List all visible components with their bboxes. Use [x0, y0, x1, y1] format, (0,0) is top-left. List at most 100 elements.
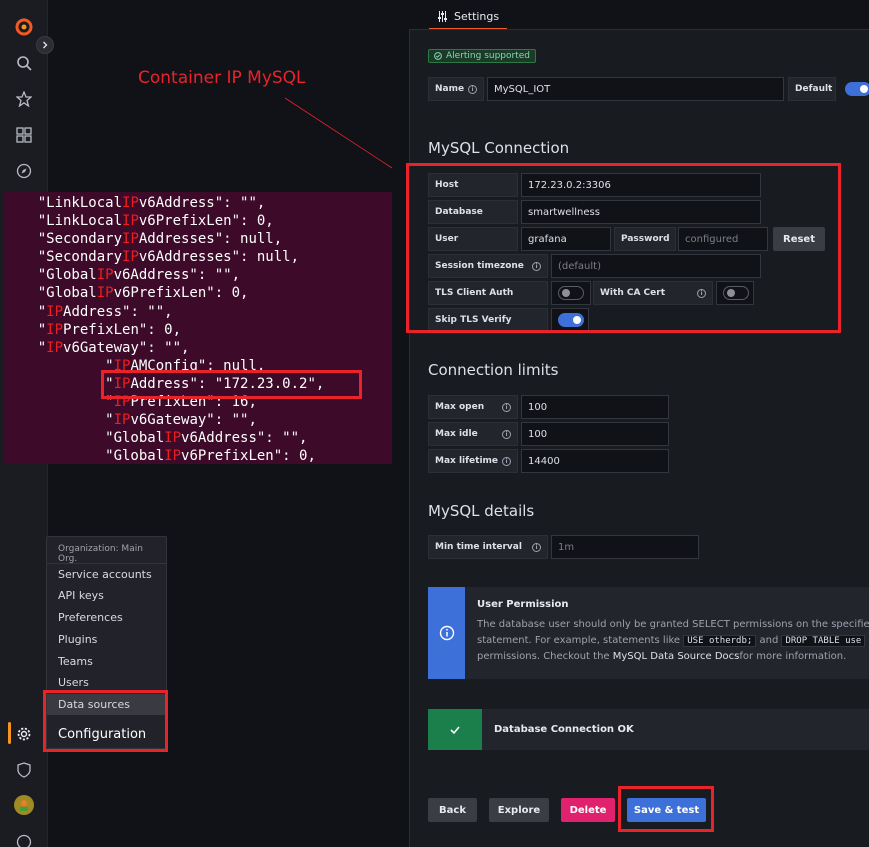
- json-line: "GlobalIPv6Address": "",: [4, 429, 392, 447]
- menu-item-api-keys[interactable]: API keys: [47, 585, 166, 606]
- ip-highlight-text: IP: [164, 448, 182, 464]
- max-lifetime-label: Max lifetime i: [428, 449, 518, 473]
- json-text: "Global: [4, 267, 97, 284]
- json-line: "GlobalIPv6PrefixLen": 0,: [4, 447, 392, 464]
- name-label: Name i: [428, 77, 484, 101]
- min-interval-label-text: Min time interval: [435, 542, 522, 552]
- menu-item-teams[interactable]: Teams: [47, 651, 166, 672]
- grafana-logo-icon[interactable]: [12, 15, 36, 39]
- json-text: v6PrefixLen": 0,: [113, 285, 249, 302]
- avatar[interactable]: [14, 795, 34, 815]
- expand-sidebar-button[interactable]: [36, 36, 54, 54]
- save-test-highlight-box: [618, 786, 714, 832]
- menu-item-service-accounts[interactable]: Service accounts: [47, 564, 166, 585]
- success-alert-icon-box: [428, 709, 482, 750]
- permission-text: and: [756, 635, 782, 646]
- info-icon[interactable]: i: [502, 402, 511, 412]
- ip-highlight-text: IP: [96, 267, 114, 284]
- json-text: "Secondary: [4, 249, 123, 266]
- json-text: v6Address": "",: [181, 430, 308, 447]
- ip-highlight-text: IP: [46, 303, 64, 320]
- json-text: PrefixLen": 0,: [63, 321, 182, 338]
- max-lifetime-input[interactable]: 14400: [521, 449, 669, 473]
- json-text: ": [4, 375, 114, 392]
- menu-item-preferences[interactable]: Preferences: [47, 607, 166, 628]
- json-text: "Global: [4, 448, 165, 464]
- default-label: Default: [788, 77, 836, 101]
- mysql-docs-link[interactable]: MySQL Data Source Docs: [613, 651, 740, 662]
- check-circle-icon: [434, 52, 442, 60]
- star-icon[interactable]: [12, 87, 36, 111]
- json-text: Addresses": null,: [138, 231, 283, 248]
- info-icon[interactable]: i: [468, 84, 477, 94]
- connection-highlight-box: [406, 163, 841, 333]
- badge-label: Alerting supported: [446, 51, 531, 61]
- compass-icon[interactable]: [12, 159, 36, 183]
- delete-button[interactable]: Delete: [561, 798, 615, 822]
- shield-icon[interactable]: [12, 758, 36, 782]
- info-icon[interactable]: i: [502, 456, 511, 466]
- success-alert-title: Database Connection OK: [494, 723, 634, 735]
- json-line: "GlobalIPv6Address": "",: [4, 266, 392, 284]
- search-icon[interactable]: [12, 51, 36, 75]
- json-line: "IPAddress": "",: [4, 303, 392, 321]
- json-line: "LinkLocalIPv6Address": "",: [4, 194, 392, 212]
- tab-settings[interactable]: Settings: [429, 4, 508, 30]
- max-idle-input[interactable]: 100: [521, 422, 669, 446]
- info-circle-icon: [439, 625, 454, 641]
- json-text: v6Gateway": "",: [130, 412, 257, 429]
- permission-alert-title: User Permission: [477, 599, 569, 610]
- check-icon: [450, 725, 460, 734]
- info-icon[interactable]: i: [532, 542, 541, 552]
- permission-text: statement. For example, statements like: [477, 635, 684, 646]
- json-line: "IPPrefixLen": 0,: [4, 321, 392, 339]
- name-input[interactable]: MySQL_IOT: [487, 77, 784, 101]
- json-text: ": [4, 303, 47, 320]
- ip-highlight-text: IP: [96, 285, 114, 302]
- json-line: "GlobalIPv6PrefixLen": 0,: [4, 284, 392, 302]
- max-open-input[interactable]: 100: [521, 395, 669, 419]
- json-text: v6Addresses": null,: [138, 249, 300, 266]
- explore-button[interactable]: Explore: [489, 798, 549, 822]
- back-button[interactable]: Back: [428, 798, 477, 822]
- annotation-title: Container IP MySQL: [138, 68, 306, 88]
- min-time-interval-label: Min time interval i: [428, 535, 548, 559]
- permission-alert-body: User Permission The database user should…: [465, 587, 869, 679]
- json-text: ": [4, 339, 47, 356]
- user-permission-alert: User Permission The database user should…: [428, 587, 869, 679]
- name-label-text: Name: [435, 84, 465, 94]
- json-text: ": [4, 357, 114, 374]
- default-toggle[interactable]: [845, 82, 869, 96]
- json-text: "Global: [4, 430, 165, 447]
- ip-highlight-text: IP: [113, 412, 131, 429]
- json-text: ": [4, 394, 114, 411]
- tab-settings-label: Settings: [454, 9, 500, 23]
- container-inspect-output: "LinkLocalIPv6Address": "", "LinkLocalIP…: [4, 192, 392, 464]
- dashboards-icon[interactable]: [12, 123, 36, 147]
- max-idle-label: Max idle i: [428, 422, 518, 446]
- code-snippet: DROP TABLE use: [781, 635, 866, 647]
- json-text: ": [4, 412, 114, 429]
- info-alert-icon-box: [428, 587, 466, 679]
- code-snippet: USE otherdb;: [683, 635, 757, 647]
- datasource-settings-panel: Alerting supported Name i MySQL_IOT Defau…: [409, 30, 869, 847]
- info-icon[interactable]: i: [502, 429, 511, 439]
- menu-item-plugins[interactable]: Plugins: [47, 629, 166, 650]
- json-text: v6PrefixLen": 0,: [181, 448, 316, 464]
- json-text: Address": "",: [63, 303, 173, 320]
- alerting-supported-badge: Alerting supported: [428, 49, 537, 63]
- mysql-details-title: MySQL details: [428, 502, 535, 520]
- permission-text-line-2: statement. For example, statements like …: [477, 633, 869, 649]
- min-time-interval-input[interactable]: 1m: [551, 535, 699, 559]
- org-menu-header: Organization: Main Org.: [47, 537, 166, 564]
- chevron-right-icon: [43, 41, 48, 49]
- json-line: "SecondaryIPv6Addresses": null,: [4, 248, 392, 266]
- max-idle-label-text: Max idle: [435, 429, 478, 439]
- gear-icon[interactable]: [12, 722, 36, 746]
- ip-highlight-text: IP: [164, 430, 182, 447]
- help-icon[interactable]: [12, 830, 36, 847]
- json-text: v6Gateway": "",: [63, 339, 190, 356]
- connection-ok-alert: Database Connection OK: [428, 709, 869, 750]
- json-text: ": [4, 321, 47, 338]
- max-open-label-text: Max open: [435, 402, 485, 412]
